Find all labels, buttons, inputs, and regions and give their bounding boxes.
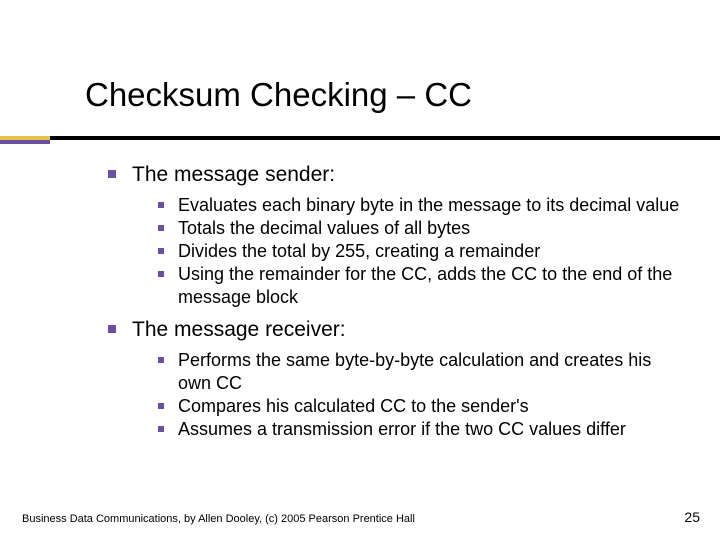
- body-text: Performs the same byte-by-byte calculati…: [178, 349, 688, 395]
- sub-list: Evaluates each binary byte in the messag…: [158, 194, 688, 309]
- square-bullet-icon: [108, 170, 116, 178]
- square-bullet-icon: [158, 225, 164, 231]
- title-block: Checksum Checking – CC: [85, 76, 472, 114]
- slide: Checksum Checking – CC The message sende…: [0, 0, 720, 540]
- divider-line: [50, 136, 720, 140]
- body-text: Evaluates each binary byte in the messag…: [178, 194, 679, 217]
- sub-list: Performs the same byte-by-byte calculati…: [158, 349, 688, 441]
- list-item: The message receiver:: [108, 317, 688, 343]
- footer-text: Business Data Communications, by Allen D…: [22, 513, 415, 525]
- square-bullet-icon: [158, 426, 164, 432]
- list-item: Totals the decimal values of all bytes: [158, 217, 688, 240]
- list-item: Assumes a transmission error if the two …: [158, 418, 688, 441]
- body-text: Using the remainder for the CC, adds the…: [178, 263, 688, 309]
- square-bullet-icon: [158, 202, 164, 208]
- heading-text: The message sender:: [132, 162, 335, 188]
- square-bullet-icon: [158, 357, 164, 363]
- square-bullet-icon: [158, 403, 164, 409]
- list-item: Compares his calculated CC to the sender…: [158, 395, 688, 418]
- slide-title: Checksum Checking – CC: [85, 76, 472, 113]
- square-bullet-icon: [108, 325, 116, 333]
- body-text: Divides the total by 255, creating a rem…: [178, 240, 540, 263]
- body-text: Assumes a transmission error if the two …: [178, 418, 626, 441]
- list-item: Using the remainder for the CC, adds the…: [158, 263, 688, 309]
- content-area: The message sender: Evaluates each binar…: [108, 160, 688, 449]
- square-bullet-icon: [158, 248, 164, 254]
- list-item: The message sender:: [108, 162, 688, 188]
- list-item: Evaluates each binary byte in the messag…: [158, 194, 688, 217]
- accent-bar-purple: [0, 140, 50, 144]
- list-item: Divides the total by 255, creating a rem…: [158, 240, 688, 263]
- heading-text: The message receiver:: [132, 317, 346, 343]
- list-item: Performs the same byte-by-byte calculati…: [158, 349, 688, 395]
- body-text: Totals the decimal values of all bytes: [178, 217, 470, 240]
- square-bullet-icon: [158, 271, 164, 277]
- page-number: 25: [684, 509, 700, 525]
- body-text: Compares his calculated CC to the sender…: [178, 395, 529, 418]
